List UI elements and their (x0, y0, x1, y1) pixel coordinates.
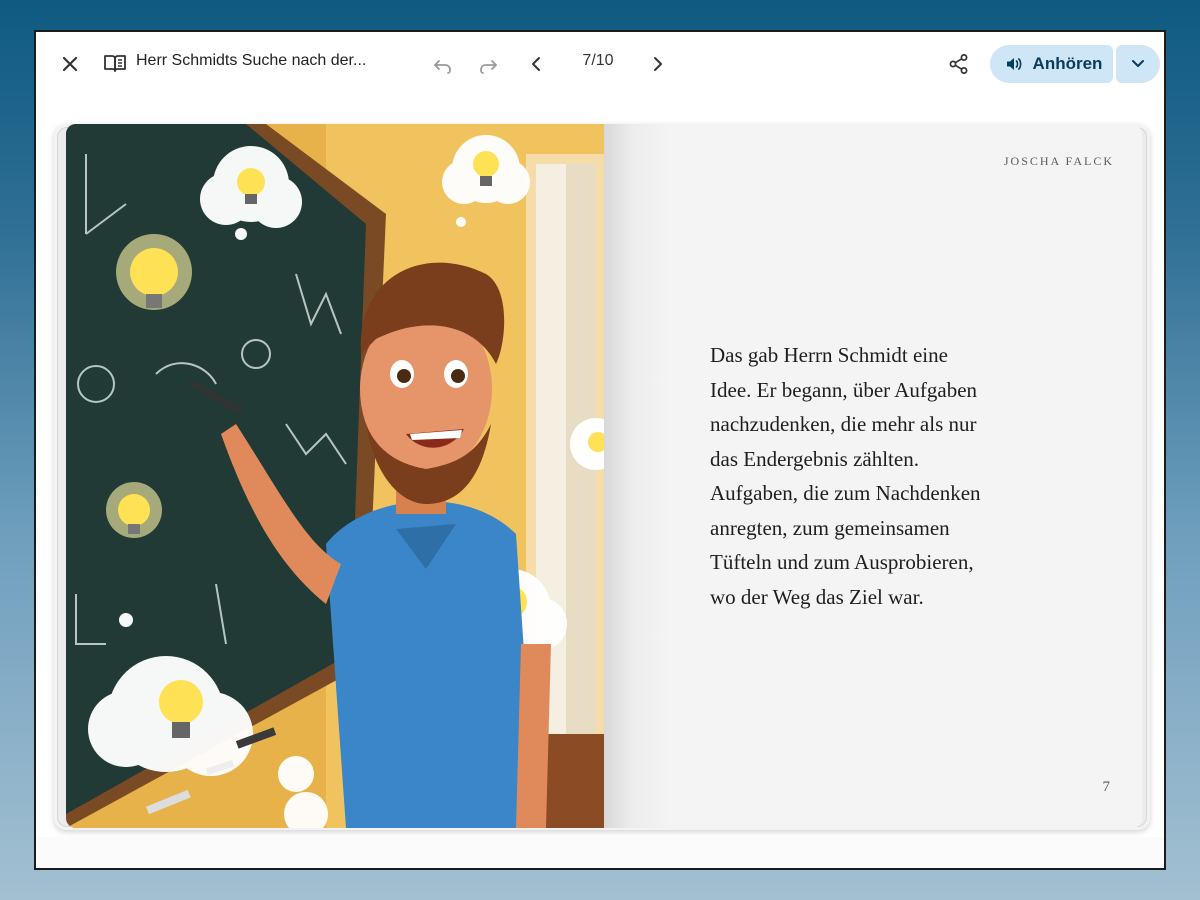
listen-options-button[interactable] (1116, 45, 1160, 83)
toolbar: Herr Schmidts Suche nach der... 7/10 Anh… (36, 32, 1164, 96)
close-button[interactable] (52, 46, 88, 82)
next-page-button[interactable] (640, 46, 676, 82)
illustration (66, 124, 606, 828)
chevron-down-icon (1132, 60, 1144, 67)
book-icon (102, 50, 128, 76)
story-line: Aufgaben, die zum Nachdenken (710, 481, 981, 505)
close-icon (62, 56, 78, 72)
page-counter: 7/10 (582, 52, 614, 69)
book-title: Herr Schmidts Suche nach der... (136, 52, 367, 69)
story-line: wo der Weg das Ziel war. (710, 584, 924, 609)
undo-icon (434, 60, 451, 74)
story-line: das Endergebnis zählten. (710, 446, 919, 471)
story-line: nachzudenken, die mehr als nur (710, 412, 977, 436)
speaker-icon (1006, 58, 1021, 70)
story-line: Das gab Herrn Schmidt eine (710, 343, 948, 367)
story-line: Idee. Er begann, über Aufgaben (710, 377, 978, 402)
listen-label: Anhören (1032, 54, 1103, 73)
bottom-area (36, 837, 1164, 868)
story-line: Tüfteln und zum Ausprobieren, (710, 550, 974, 574)
previous-page-button[interactable] (518, 46, 554, 82)
share-icon (949, 54, 968, 74)
story-text: Das gab Herrn Schmidt eine Idee. Er bega… (710, 338, 1070, 614)
listen-button[interactable]: Anhören (990, 45, 1113, 83)
text-page: JOSCHA FALCK Das gab Herrn Schmidt eine … (604, 124, 1142, 828)
author-name: JOSCHA FALCK (1003, 154, 1114, 168)
undo-button[interactable] (425, 48, 461, 84)
share-button[interactable] (941, 46, 977, 82)
chevron-left-icon (532, 57, 540, 71)
redo-button[interactable] (470, 48, 506, 84)
reader-window: Herr Schmidts Suche nach der... 7/10 Anh… (34, 30, 1166, 870)
illustration-page (66, 124, 606, 828)
story-line: anregten, zum gemeinsamen (710, 515, 950, 540)
redo-icon (480, 60, 497, 74)
page-number: 7 (1102, 779, 1111, 795)
chevron-right-icon (654, 57, 662, 71)
